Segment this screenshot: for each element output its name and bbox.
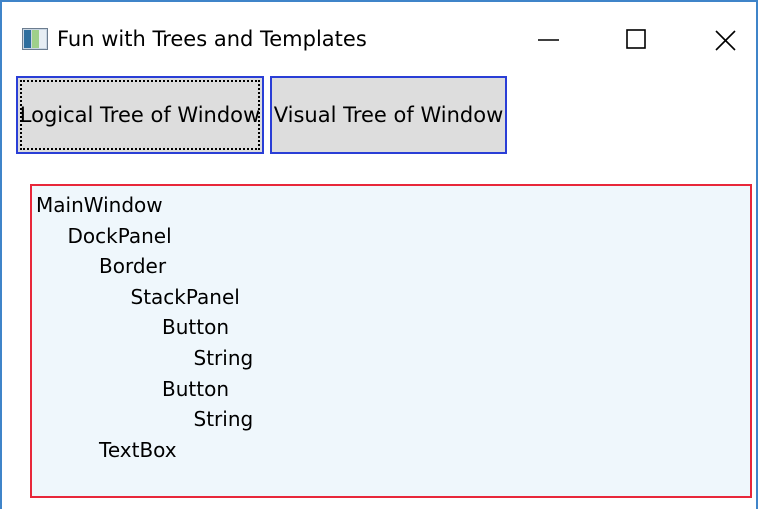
focus-indicator	[20, 80, 260, 150]
minimize-button[interactable]	[522, 16, 578, 62]
tree-line: String	[193, 346, 254, 370]
visual-tree-button-label: Visual Tree of Window	[273, 103, 504, 127]
tree-line: Border	[99, 254, 167, 279]
main-window: Fun with Trees and Templates Logical Tre…	[0, 0, 758, 509]
window-title: Fun with Trees and Templates	[57, 27, 367, 51]
maximize-button[interactable]	[609, 16, 665, 62]
title-bar[interactable]: Fun with Trees and Templates	[2, 2, 756, 66]
minimize-icon	[538, 39, 559, 41]
logical-tree-button[interactable]: Logical Tree of Window	[16, 76, 264, 154]
tree-line: Button	[162, 376, 229, 401]
visual-tree-button[interactable]: Visual Tree of Window	[270, 76, 507, 154]
close-button[interactable]	[697, 16, 753, 62]
tree-line: TextBox	[99, 437, 177, 462]
tree-line: String	[193, 407, 254, 432]
tree-line: MainWindow	[36, 193, 163, 217]
close-icon	[715, 30, 736, 51]
app-window-icon	[22, 28, 48, 50]
tree-line: StackPanel	[130, 284, 240, 309]
tree-line: Button	[162, 315, 229, 340]
tree-line: DockPanel	[67, 223, 172, 248]
maximize-icon	[626, 29, 646, 49]
tree-output-textbox[interactable]: MainWindow DockPanel Border StackPanel Butto…	[30, 184, 752, 498]
